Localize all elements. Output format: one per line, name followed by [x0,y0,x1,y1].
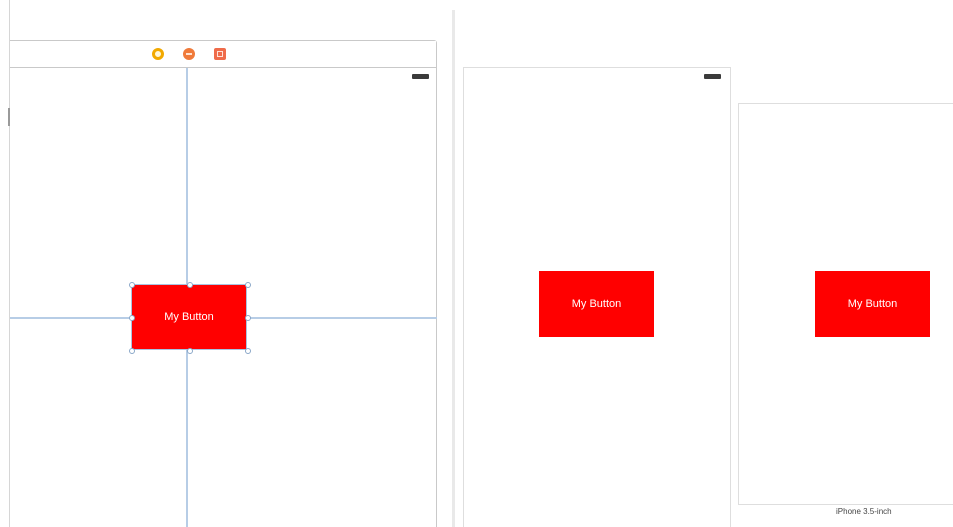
battery-icon [412,74,429,79]
preview-device-1: My Button [463,67,731,527]
preview-my-button-label: My Button [571,298,622,310]
preview-my-button-label: My Button [847,298,898,310]
preview-device-2: My Button [738,103,953,505]
exit-icon[interactable] [214,48,226,60]
device-caption: iPhone 3.5-inch [836,507,892,516]
view-controller-icon[interactable] [152,48,164,60]
first-responder-icon[interactable] [183,48,195,60]
preview-my-button: My Button [539,271,654,337]
interface-builder-window: My Button My Button My Button iPhone 3.5… [0,0,953,527]
preview-my-button: My Button [815,271,930,337]
battery-icon [704,74,721,79]
my-button-label: My Button [164,311,214,323]
my-button[interactable]: My Button [131,284,247,350]
scene-dock [10,41,436,68]
editor-preview-divider[interactable] [452,10,455,527]
storyboard-scene[interactable]: My Button [10,40,437,527]
